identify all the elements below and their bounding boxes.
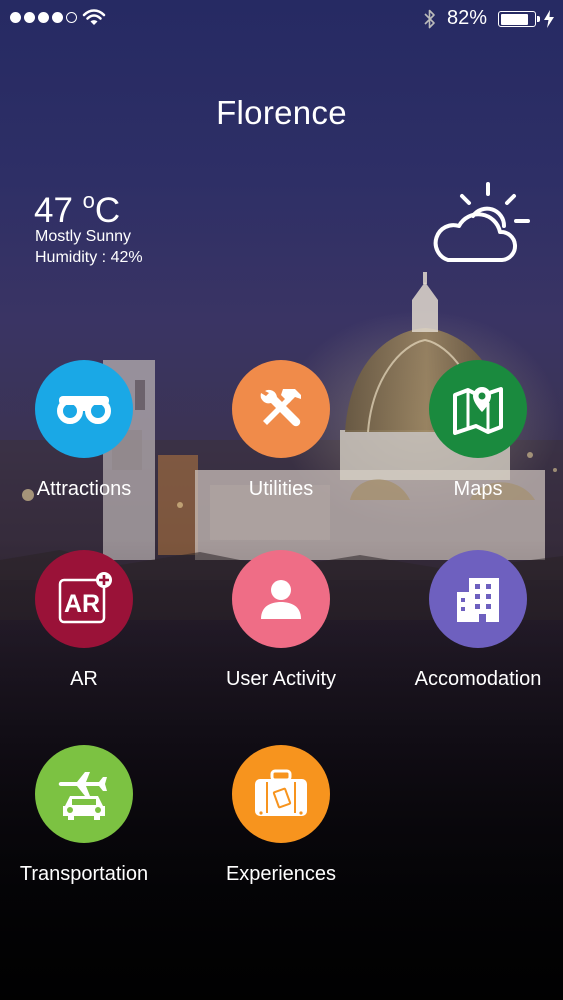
ar-plus-icon: AR [58,572,112,624]
map-pin-icon [453,387,503,435]
tile-experiences[interactable]: Experiences [181,745,381,886]
charging-bolt-icon [544,10,554,28]
bluetooth-icon [424,9,435,29]
tile-label: Experiences [225,863,337,885]
suitcase-icon [255,769,307,816]
humidity: Humidity : 42% [35,249,143,266]
tile-utilities[interactable]: Utilities [181,360,381,501]
tile-accomodation[interactable]: Accomodation [378,550,563,691]
temperature: 47 oC [34,188,121,230]
tile-label: Maps [453,478,503,500]
tile-circle[interactable] [232,745,330,843]
tile-label: Attractions [36,478,132,500]
home-screen: 82% Florence 47 oC Mostly Sunny Humidity… [0,0,563,1000]
building-icon [457,578,499,622]
plane-car-icon [58,772,107,820]
tile-circle[interactable] [429,550,527,648]
tile-circle[interactable] [35,745,133,843]
tile-transportation[interactable]: Transportation [0,745,184,886]
cellular-signal-icon [10,12,77,23]
user-icon [261,580,301,619]
battery-percent: 82% [447,7,488,29]
tile-label: AR [70,668,98,690]
tile-ar[interactable]: AR AR [0,550,184,691]
battery-fill [500,13,528,25]
status-bar: 82% [0,0,563,38]
tile-circle[interactable] [35,360,133,458]
battery-icon [498,11,540,27]
weather-condition: Mostly Sunny [35,228,132,245]
tile-circle[interactable] [232,360,330,458]
binoculars-icon [57,396,111,424]
tile-label: Accomodation [414,668,542,690]
tile-label: Transportation [19,863,149,885]
tile-maps[interactable]: Maps [378,360,563,501]
partly-cloudy-icon [433,182,530,262]
tile-user-activity[interactable]: User Activity [181,550,381,691]
city-title: Florence [216,94,347,131]
tile-circle[interactable] [232,550,330,648]
tile-circle[interactable]: AR [35,550,133,648]
tile-label: Utilities [248,478,314,500]
wifi-icon [82,9,106,25]
tile-attractions[interactable]: Attractions [0,360,184,501]
tile-label: User Activity [225,668,337,690]
tile-circle[interactable] [429,360,527,458]
tools-icon [260,389,301,427]
svg-text:AR: AR [64,590,100,618]
